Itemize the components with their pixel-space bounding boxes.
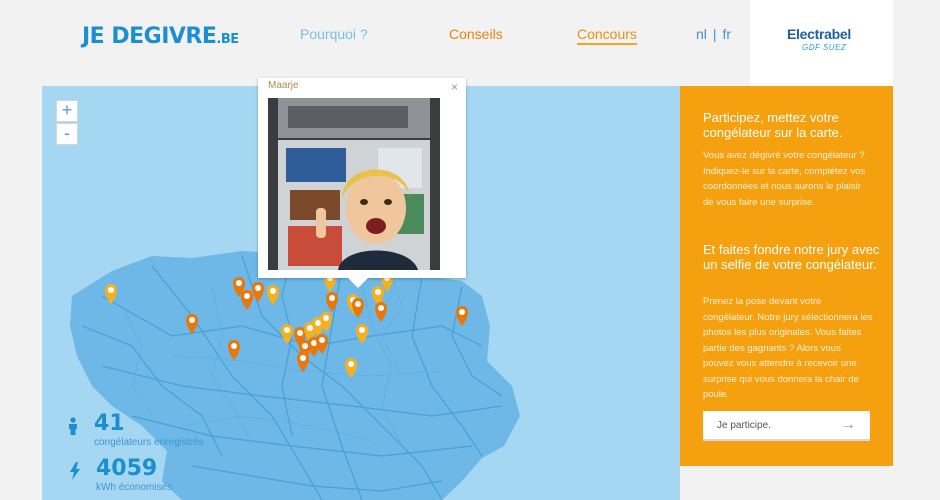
- logo-main: JE DEGIVRE: [82, 24, 217, 49]
- brand-sub-logo: GDF SUEZ: [802, 43, 847, 52]
- language-switch: nl | fr: [696, 26, 737, 42]
- participate-button-label: Je participe.: [717, 420, 771, 431]
- sidebar-heading-2: Et faites fondre notre jury avec un self…: [703, 242, 880, 272]
- lang-nl[interactable]: nl: [696, 26, 707, 42]
- sidebar-text-2: Prenez la pose devant votre congélateur.…: [703, 296, 873, 400]
- page: JE DEGIVRE.BE Pourquoi ? Conseils Concou…: [0, 0, 940, 500]
- kwh-count: 4059: [96, 456, 158, 481]
- arrow-right-icon: →: [840, 416, 856, 433]
- kwh-label: kWh économisés: [96, 482, 173, 493]
- lang-separator: |: [712, 26, 717, 42]
- brand-box[interactable]: Electrabel GDF SUEZ: [750, 0, 893, 86]
- nav-concours[interactable]: Concours: [577, 26, 637, 45]
- zoom-out-button[interactable]: -: [56, 123, 78, 145]
- site-logo[interactable]: JE DEGIVRE.BE: [82, 24, 239, 49]
- map-popup: Maarje ×: [258, 78, 466, 288]
- brand-logo: Electrabel: [787, 26, 851, 42]
- sidebar-text-1: Vous avez dégivré votre congélateur ? In…: [703, 150, 866, 208]
- nav-pourquoi[interactable]: Pourquoi ?: [300, 26, 368, 42]
- logo-suffix: .BE: [216, 32, 239, 47]
- zoom-in-button[interactable]: +: [56, 100, 78, 122]
- nav-conseils[interactable]: Conseils: [449, 26, 503, 42]
- registered-label: congélateurs enregistrés: [94, 437, 204, 448]
- sidebar-heading-1: Participez, mettez votre congélateur sur…: [703, 110, 843, 140]
- sidebar-contest: Participez, mettez votre congélateur sur…: [680, 86, 893, 466]
- close-icon[interactable]: ×: [451, 80, 458, 94]
- participate-button[interactable]: Je participe. →: [703, 411, 870, 441]
- popup-name: Maarje: [268, 80, 299, 91]
- selfie-photo: [268, 98, 440, 270]
- header: JE DEGIVRE.BE Pourquoi ? Conseils Concou…: [0, 0, 940, 86]
- lang-fr[interactable]: fr: [723, 26, 732, 42]
- registered-count: 41: [94, 411, 125, 436]
